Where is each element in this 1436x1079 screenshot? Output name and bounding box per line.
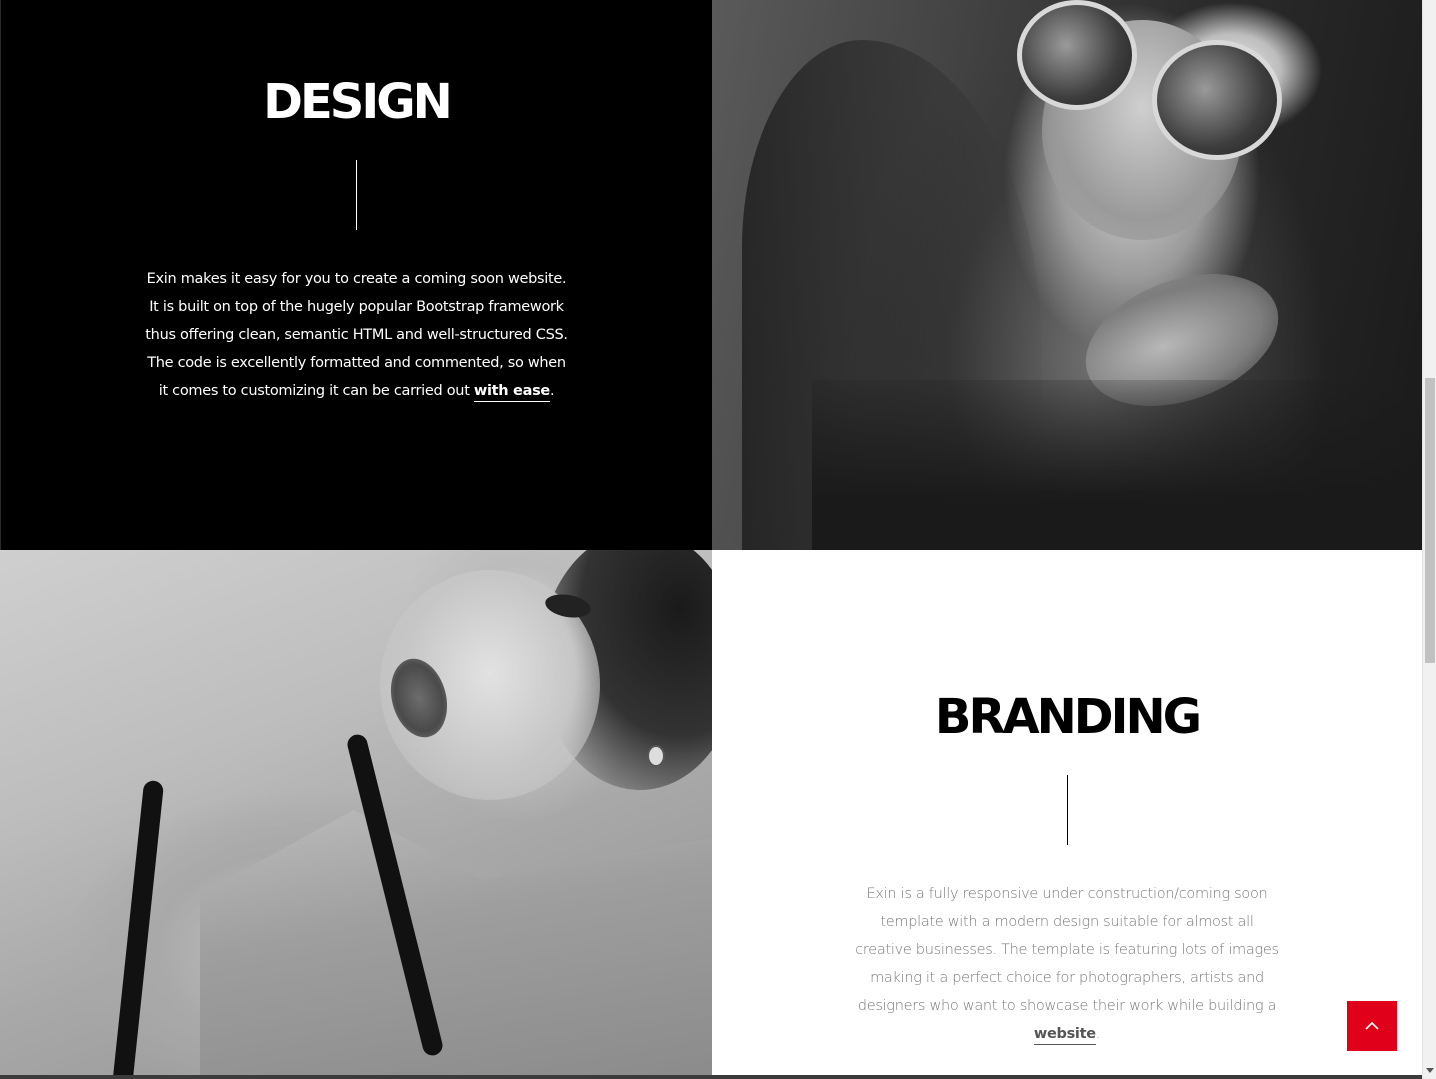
scrollbar-thumb[interactable] [1425,378,1435,663]
chevron-up-icon [1365,1021,1379,1031]
design-body-text: Exin makes it easy for you to create a c… [145,271,568,399]
next-section-edge [0,1075,1422,1079]
photo-sunglasses-portrait [712,0,1422,550]
page: DESIGN Exin makes it easy for you to cre… [0,0,1436,1079]
branding-section: BRANDING Exin is a fully responsive unde… [712,550,1422,1079]
design-description: Exin makes it easy for you to create a c… [142,265,572,405]
design-trailing: . [549,383,555,399]
design-content: DESIGN Exin makes it easy for you to cre… [1,74,712,405]
glasses-temple-left-icon [111,779,165,1079]
design-divider [356,160,357,230]
scrollbar[interactable] [1422,0,1436,1079]
branding-title: BRANDING [934,689,1202,745]
shirt-dark [812,380,1422,550]
branding-content: BRANDING Exin is a fully responsive unde… [712,689,1422,1048]
top-neckline [200,810,712,1079]
design-section: DESIGN Exin makes it easy for you to cre… [0,0,712,550]
photo-glasses-portrait [0,550,712,1079]
website-link[interactable]: website [1033,1026,1096,1045]
scroll-down-arrow-icon[interactable] [1426,1068,1434,1073]
earring-icon [647,745,665,767]
back-to-top-button[interactable] [1347,1001,1397,1051]
branding-trailing: . [1095,1026,1101,1042]
with-ease-link[interactable]: with ease [473,383,550,402]
branding-description: Exin is a fully responsive under constru… [852,880,1282,1048]
design-title: DESIGN [263,74,453,130]
sunglasses-lens-right-icon [1152,40,1282,160]
branding-divider [1066,775,1068,845]
branding-body-text: Exin is a fully responsive under constru… [855,886,1279,1014]
sunglasses-lens-left-icon [1017,0,1137,110]
